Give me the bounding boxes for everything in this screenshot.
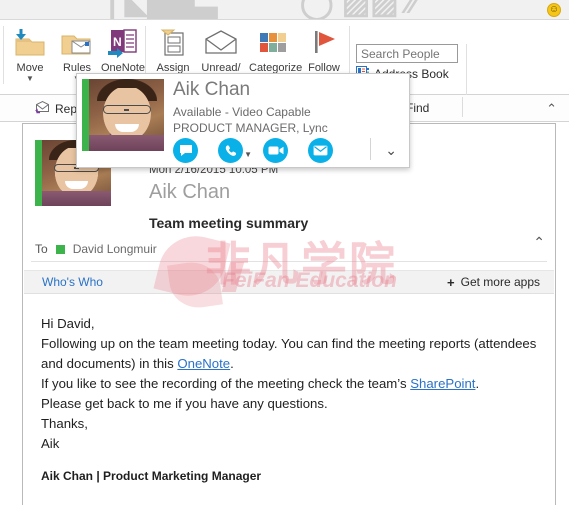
message-to-row: To David Longmuir — [35, 242, 157, 256]
chevron-up-icon[interactable]: ⌃ — [546, 101, 557, 117]
chevron-down-icon[interactable]: ▼ — [244, 150, 252, 159]
categorize-grid-icon — [249, 24, 297, 62]
ribbon-button-unread-read[interactable]: Unread/ — [197, 24, 245, 74]
ribbon-button-onenote[interactable]: N OneNote — [99, 24, 147, 74]
app-whos-who-link[interactable]: Who's Who — [42, 275, 103, 289]
presence-indicator-bar — [35, 140, 42, 206]
body-line2-pre: If you like to see the recording of the … — [41, 376, 411, 391]
ribbon-tab-strip: | ◣▆▅▃ ◯ ▨▨ ⁄⁄ ☺ — [0, 0, 569, 20]
reading-pane: Mon 2/16/2015 10:05 PM Aik Chan Team mee… — [22, 123, 556, 505]
send-email-icon[interactable] — [308, 138, 333, 163]
sharepoint-link[interactable]: SharePoint — [410, 376, 475, 391]
ribbon-button-label: Move — [16, 62, 44, 74]
unread-read-envelope-icon — [197, 24, 245, 62]
body-line1-post: . — [230, 356, 234, 371]
contact-card-popup: Aik Chan Available - Video Capable PRODU… — [76, 73, 410, 168]
smiley-face-icon[interactable]: ☺ — [547, 3, 561, 17]
ribbon-button-assign[interactable]: Assign — [149, 24, 197, 74]
onenote-link[interactable]: OneNote — [177, 356, 230, 371]
chevron-up-icon[interactable]: ⌃ — [533, 234, 545, 251]
message-body: Hi David, Following up on the team meeti… — [41, 314, 541, 454]
contact-card-avatar[interactable] — [82, 79, 164, 151]
message-signature: Aik Chan | Product Marketing Manager — [41, 469, 262, 483]
get-more-apps-button[interactable]: + Get more apps — [447, 275, 540, 290]
ribbon-button-follow-up[interactable]: Follow — [300, 24, 348, 74]
outlook-reading-pane-window: | ◣▆▅▃ ◯ ▨▨ ⁄⁄ ☺ Move ▼ Rules N OneNote … — [0, 0, 569, 505]
presence-indicator-bar — [82, 79, 89, 151]
contact-card-actions: ▼ — [173, 138, 333, 163]
body-line-3: Please get back to me if you have any qu… — [41, 396, 328, 411]
search-people-input[interactable] — [356, 44, 458, 63]
im-chat-icon[interactable] — [173, 138, 198, 163]
body-line1-pre: Following up on the team meeting today. … — [41, 336, 537, 371]
body-line-4: Thanks, — [41, 416, 88, 431]
ribbon-button-categorize[interactable]: Categorize — [249, 24, 302, 74]
contact-card-status: Available - Video Capable — [173, 105, 311, 119]
plus-icon: + — [447, 274, 455, 290]
contact-card-role: PRODUCT MANAGER, Lync — [173, 121, 328, 135]
recipient-name[interactable]: David Longmuir — [73, 242, 157, 256]
ribbon-tab-ghost-left: | ◣▆▅▃ — [108, 0, 218, 20]
chevron-down-icon[interactable]: ⌄ — [385, 142, 397, 159]
body-greeting: Hi David, — [41, 316, 95, 331]
get-more-apps-label: Get more apps — [460, 275, 540, 289]
recipient-presence-icon — [55, 244, 65, 254]
ribbon-button-move[interactable]: Move ▼ — [6, 24, 54, 84]
to-label: To — [35, 242, 48, 256]
svg-text:N: N — [113, 35, 122, 49]
chevron-down-icon[interactable]: ▼ — [6, 74, 54, 84]
body-paragraph-2: If you like to see the recording of the … — [41, 374, 541, 394]
assign-policy-icon — [149, 24, 197, 62]
video-call-icon[interactable] — [263, 138, 288, 163]
apps-bar: Who's Who + Get more apps — [24, 270, 554, 294]
phone-call-icon[interactable]: ▼ — [218, 138, 252, 163]
reply-envelope-icon — [34, 100, 50, 117]
contact-card-name: Aik Chan — [173, 79, 251, 100]
body-paragraph-1: Following up on the team meeting today. … — [41, 334, 541, 374]
message-sender-name[interactable]: Aik Chan — [149, 181, 230, 204]
follow-up-flag-icon — [300, 24, 348, 62]
ribbon-tab-ghost-mid: ◯ ▨▨ ⁄⁄ — [300, 0, 417, 20]
rules-folder-icon — [53, 24, 101, 62]
contact-photo — [89, 79, 164, 151]
body-line-5: Aik — [41, 436, 60, 451]
body-line2-post: . — [475, 376, 480, 391]
move-folder-icon — [6, 24, 54, 62]
onenote-icon: N — [99, 24, 147, 62]
message-subject: Team meeting summary — [149, 215, 309, 231]
